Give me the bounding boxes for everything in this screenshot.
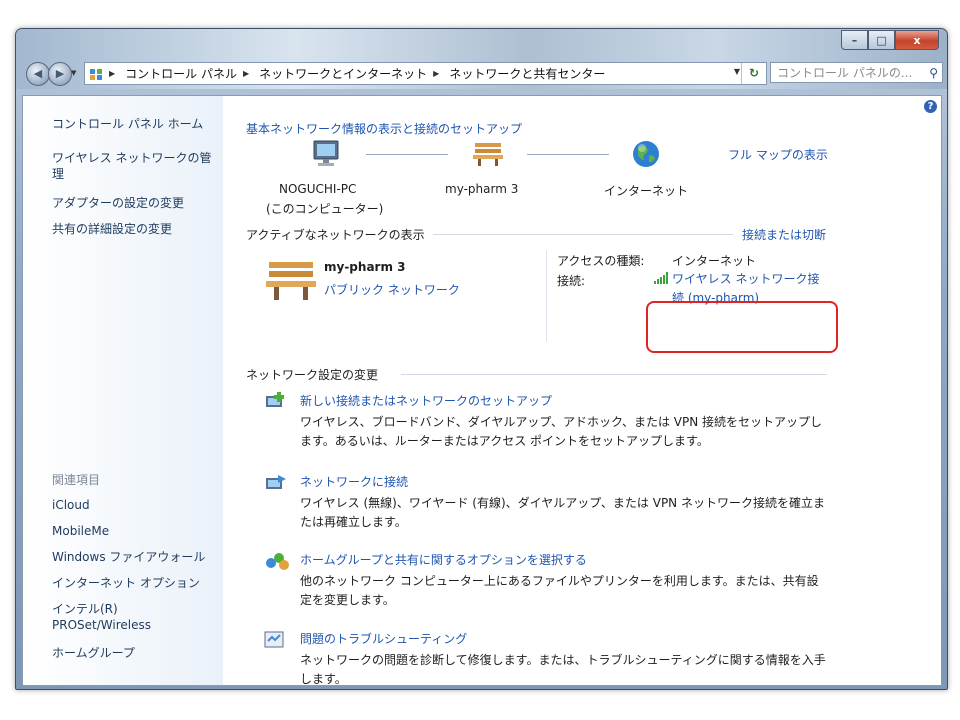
sidebar-item-icloud[interactable]: iCloud	[52, 497, 90, 513]
breadcrumb-control-panel[interactable]: コントロール パネル	[125, 65, 237, 82]
back-arrow-icon[interactable]: ◀	[26, 62, 50, 86]
access-type-value: インターネット	[672, 254, 757, 268]
map-node-label-network: my-pharm 3	[445, 182, 519, 196]
sidebar-item-internet-options[interactable]: インターネット オプション	[52, 575, 200, 591]
see-also-heading: 関連項目	[52, 473, 101, 487]
forward-arrow-icon[interactable]: ▶	[48, 62, 72, 86]
section-divider	[433, 234, 733, 235]
troubleshoot-icon	[264, 630, 286, 650]
sidebar-item-homegroup[interactable]: ホームグループ	[52, 645, 135, 661]
close-button[interactable]: x	[895, 30, 939, 50]
task-troubleshoot-description: ネットワークの問題を診断して修復します。または、トラブルシューティングに関する情…	[300, 653, 826, 686]
maximize-button[interactable]: □	[868, 30, 895, 50]
breadcrumb-network-internet[interactable]: ネットワークとインターネット	[259, 65, 427, 82]
connection-label: 接続:	[557, 274, 586, 288]
sidebar-item-adapter-settings[interactable]: アダプターの設定の変更	[52, 195, 184, 211]
breadcrumb-separator-icon: ▶	[109, 69, 116, 78]
help-icon[interactable]: ?	[924, 100, 937, 113]
task-homegroup-description: 他のネットワーク コンピューター上にあるファイルやプリンターを利用します。または…	[300, 574, 819, 607]
breadcrumb-separator-icon: ▶	[242, 69, 250, 78]
control-panel-icon	[89, 67, 103, 81]
map-link-line	[366, 154, 448, 155]
full-map-link[interactable]: フル マップの表示	[728, 146, 828, 163]
page-title: 基本ネットワーク情報の表示と接続のセットアップ	[246, 122, 523, 136]
change-settings-heading: ネットワーク設定の変更	[246, 368, 379, 382]
sidebar-item-advanced-sharing[interactable]: 共有の詳細設定の変更	[52, 221, 172, 237]
map-node-label-internet: インターネット	[604, 184, 689, 198]
sidebar-item-manage-wireless[interactable]: ワイヤレス ネットワークの管理	[52, 150, 222, 182]
sidebar-item-intel-proset[interactable]: インテル(R) PROSet/Wireless	[52, 601, 172, 633]
network-type-link[interactable]: パブリック ネットワーク	[324, 281, 460, 298]
connection-highlight-box	[646, 301, 838, 353]
access-type-label: アクセスの種類:	[557, 254, 645, 268]
map-link-line	[527, 154, 609, 155]
active-networks-heading: アクティブなネットワークの表示	[246, 228, 425, 242]
connect-disconnect-link[interactable]: 接続または切断	[742, 226, 826, 243]
task-new-connection-description: ワイヤレス、ブロードバンド、ダイヤルアップ、アドホック、または VPN 接続をセ…	[300, 415, 823, 448]
bench-icon	[472, 139, 504, 167]
task-homegroup-link[interactable]: ホームグループと共有に関するオプションを選択する	[300, 551, 587, 568]
globe-icon	[631, 139, 661, 169]
map-node-label-pc: NOGUCHI-PC	[279, 182, 357, 196]
address-bar[interactable]: ▶ コントロール パネル ▶ ネットワークとインターネット ▶ ネットワークと共…	[84, 62, 767, 85]
section-divider	[401, 374, 827, 375]
sidebar-item-windows-firewall[interactable]: Windows ファイアウォール	[52, 549, 205, 565]
content-area: コントロール パネル ホーム ワイヤレス ネットワークの管理 アダプターの設定の…	[22, 95, 942, 686]
connect-network-icon	[264, 473, 288, 493]
breadcrumb-separator-icon: ▶	[433, 69, 440, 78]
search-placeholder: コントロール パネルの...	[777, 66, 913, 80]
recent-pages-chevron-icon[interactable]: ▼	[71, 69, 76, 77]
task-connect-network-description: ワイヤレス (無線)、ワイヤード (有線)、ダイヤルアップ、または VPN ネッ…	[300, 496, 825, 529]
network-sharing-center-window: – □ x ◀ ▶ ▼ ▶ コントロール パネル ▶ ネットワークとインターネッ…	[15, 28, 948, 690]
signal-strength-icon	[654, 272, 668, 284]
search-icon[interactable]: ⚲	[929, 63, 938, 84]
new-connection-icon	[264, 392, 288, 412]
window-controls: – □ x	[841, 30, 939, 50]
network-bench-icon	[265, 256, 317, 302]
computer-icon	[310, 139, 344, 169]
address-dropdown-icon[interactable]: ▼	[734, 67, 740, 76]
navigation-bar: ◀ ▶ ▼ ▶ コントロール パネル ▶ ネットワークとインターネット ▶ ネッ…	[22, 60, 943, 86]
map-node-sublabel-pc: (このコンピューター)	[266, 202, 384, 216]
sidebar-item-mobileme[interactable]: MobileMe	[52, 523, 109, 539]
vertical-divider	[546, 250, 547, 342]
network-name: my-pharm 3	[324, 260, 406, 274]
breadcrumb-sharing-center[interactable]: ネットワークと共有センター	[449, 65, 605, 82]
sidebar-item-control-panel-home[interactable]: コントロール パネル ホーム	[52, 116, 203, 132]
minimize-button[interactable]: –	[841, 30, 868, 50]
main-panel: ? 基本ネットワーク情報の表示と接続のセットアップ フル マップの表示 NOGU…	[223, 96, 941, 686]
homegroup-icon	[264, 551, 290, 571]
task-troubleshoot-link[interactable]: 問題のトラブルシューティング	[300, 630, 467, 647]
task-new-connection-link[interactable]: 新しい接続またはネットワークのセットアップ	[300, 392, 552, 409]
task-connect-network-link[interactable]: ネットワークに接続	[300, 473, 408, 490]
refresh-icon[interactable]: ↻	[741, 63, 766, 84]
sidebar: コントロール パネル ホーム ワイヤレス ネットワークの管理 アダプターの設定の…	[23, 96, 223, 685]
search-input[interactable]: コントロール パネルの... ⚲	[770, 62, 943, 83]
